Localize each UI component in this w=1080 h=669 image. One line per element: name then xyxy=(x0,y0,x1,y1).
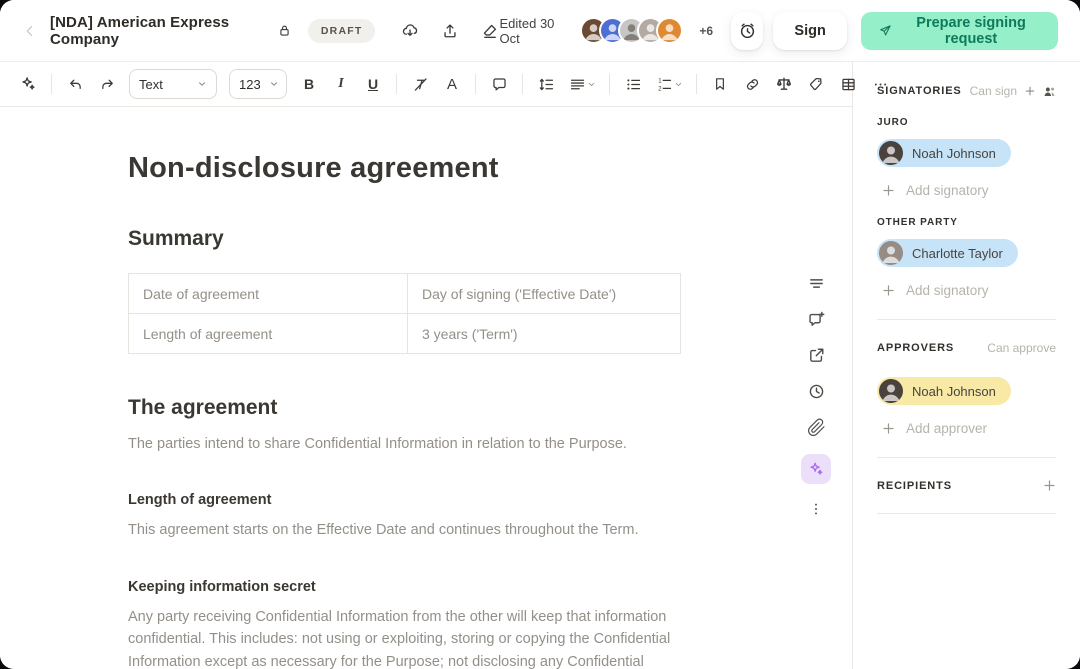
link-button[interactable] xyxy=(737,69,767,99)
clause-heading[interactable]: Length of agreement xyxy=(128,492,726,508)
redo-button[interactable] xyxy=(92,69,122,99)
clear-formatting-button[interactable] xyxy=(405,69,435,99)
underline-button[interactable]: U xyxy=(358,69,388,99)
party-label-other: OTHER PARTY xyxy=(877,217,958,228)
toolbar-divider xyxy=(522,74,523,94)
doc-heading-title[interactable]: Non-disclosure agreement xyxy=(128,152,726,185)
table-cell[interactable]: 3 years ('Term') xyxy=(407,313,681,354)
editor-pane: Text 123 B I U A 1 2 Non-disclosure agre… xyxy=(0,62,886,669)
document-title: [NDA] American Express Company xyxy=(50,13,230,48)
signing-order-people-icon[interactable] xyxy=(1043,85,1056,98)
add-recipient-plus-icon[interactable] xyxy=(1043,479,1056,492)
avatar xyxy=(879,379,903,403)
avatar-overflow-count[interactable]: +6 xyxy=(699,24,713,38)
sidebar-divider xyxy=(877,319,1056,320)
approver-name: Noah Johnson xyxy=(912,383,996,399)
summary-table[interactable]: Date of agreement Day of signing ('Effec… xyxy=(128,273,681,354)
clause-paragraph[interactable]: This agreement starts on the Effective D… xyxy=(128,519,681,541)
signatory-name: Charlotte Taylor xyxy=(912,245,1003,261)
bookmark-button[interactable] xyxy=(705,69,735,99)
signatory-chip[interactable]: Noah Johnson xyxy=(877,139,1011,167)
history-clock-icon[interactable] xyxy=(807,382,826,401)
toolbar-divider xyxy=(696,74,697,94)
clause-paragraph[interactable]: Any party receiving Confidential Informa… xyxy=(128,606,676,669)
table-button[interactable] xyxy=(833,69,863,99)
font-color-button[interactable]: A xyxy=(437,69,467,99)
signatory-name: Noah Johnson xyxy=(912,145,996,161)
line-spacing-button[interactable] xyxy=(531,69,561,99)
table-cell[interactable]: Day of signing ('Effective Date') xyxy=(407,273,681,314)
more-options-button[interactable] xyxy=(865,69,895,99)
collaborator-avatars[interactable] xyxy=(580,17,684,44)
table-cell[interactable]: Length of agreement xyxy=(128,313,408,354)
reminder-clock-button[interactable] xyxy=(731,11,764,50)
doc-heading-summary[interactable]: Summary xyxy=(128,227,726,251)
table-row: Date of agreement Day of signing ('Effec… xyxy=(128,273,681,314)
kebab-menu-icon[interactable] xyxy=(808,501,824,517)
ai-assistant-icon[interactable] xyxy=(801,454,831,484)
lock-icon xyxy=(277,23,292,38)
party-label-juro: JURO xyxy=(877,117,909,128)
comment-button[interactable] xyxy=(484,69,514,99)
download-icon[interactable] xyxy=(401,22,419,40)
avatar xyxy=(879,141,903,165)
formatting-toolbar: Text 123 B I U A 1 2 xyxy=(0,62,886,107)
document-canvas[interactable]: Non-disclosure agreement Summary Date of… xyxy=(0,107,726,669)
undo-button[interactable] xyxy=(60,69,90,99)
add-signer-plus-icon[interactable] xyxy=(1024,85,1036,97)
ai-sparkle-button[interactable] xyxy=(13,69,43,99)
signatory-chip[interactable]: Charlotte Taylor xyxy=(877,239,1018,267)
toolbar-divider xyxy=(396,74,397,94)
back-chevron-icon[interactable] xyxy=(22,23,38,39)
legal-scales-button[interactable] xyxy=(769,69,799,99)
add-comment-icon[interactable] xyxy=(807,310,826,329)
sidebar-divider xyxy=(877,513,1056,514)
avatar xyxy=(879,241,903,265)
approver-chip[interactable]: Noah Johnson xyxy=(877,377,1011,405)
app-window: [NDA] American Express Company DRAFT Edi… xyxy=(0,0,1080,669)
upload-icon[interactable] xyxy=(441,22,459,40)
add-approver-button[interactable]: Add approver xyxy=(877,421,1056,436)
add-signatory-button[interactable]: Add signatory xyxy=(877,183,1056,198)
sidebar-divider xyxy=(877,457,1056,458)
bullet-list-button[interactable] xyxy=(618,69,648,99)
status-badge: DRAFT xyxy=(307,18,376,43)
clause-heading[interactable]: Keeping information secret xyxy=(128,579,726,595)
attachments-paperclip-icon[interactable] xyxy=(807,418,826,437)
edited-timestamp: Edited 30 Oct xyxy=(499,15,555,46)
numbering-select[interactable]: 123 xyxy=(229,69,287,99)
italic-button[interactable]: I xyxy=(326,69,356,99)
bold-button[interactable]: B xyxy=(294,69,324,99)
prepare-signing-request-button[interactable]: Prepare signing request xyxy=(860,11,1058,50)
toolbar-divider xyxy=(475,74,476,94)
sign-button[interactable]: Sign xyxy=(773,11,847,50)
svg-text:2: 2 xyxy=(658,86,661,92)
clause-tag-button[interactable] xyxy=(801,69,831,99)
eraser-icon[interactable] xyxy=(481,22,499,40)
avatar xyxy=(656,17,684,44)
editor-side-rail xyxy=(800,274,832,517)
send-icon xyxy=(880,25,891,36)
header: [NDA] American Express Company DRAFT Edi… xyxy=(0,0,1080,62)
toolbar-divider xyxy=(51,74,52,94)
recipients-title: RECIPIENTS xyxy=(877,479,953,492)
approvers-title: APPROVERS xyxy=(877,342,955,354)
can-sign-label: Can sign xyxy=(969,84,1017,98)
signatories-sidebar: SIGNATORIES Can sign JURO Noah Johnson A… xyxy=(852,62,1080,669)
alignment-button[interactable] xyxy=(563,69,601,99)
numbered-list-button[interactable]: 1 2 xyxy=(650,69,688,99)
table-cell[interactable]: Date of agreement xyxy=(128,273,408,314)
share-export-icon[interactable] xyxy=(807,346,826,365)
doc-heading-agreement[interactable]: The agreement xyxy=(128,396,726,420)
add-signatory-button[interactable]: Add signatory xyxy=(877,283,1056,298)
text-style-select[interactable]: Text xyxy=(129,69,217,99)
table-row: Length of agreement 3 years ('Term') xyxy=(128,313,681,354)
table-of-contents-icon[interactable] xyxy=(807,274,826,293)
can-approve-label: Can approve xyxy=(987,341,1056,355)
toolbar-divider xyxy=(609,74,610,94)
svg-text:1: 1 xyxy=(658,78,662,84)
doc-paragraph[interactable]: The parties intend to share Confidential… xyxy=(128,433,681,455)
